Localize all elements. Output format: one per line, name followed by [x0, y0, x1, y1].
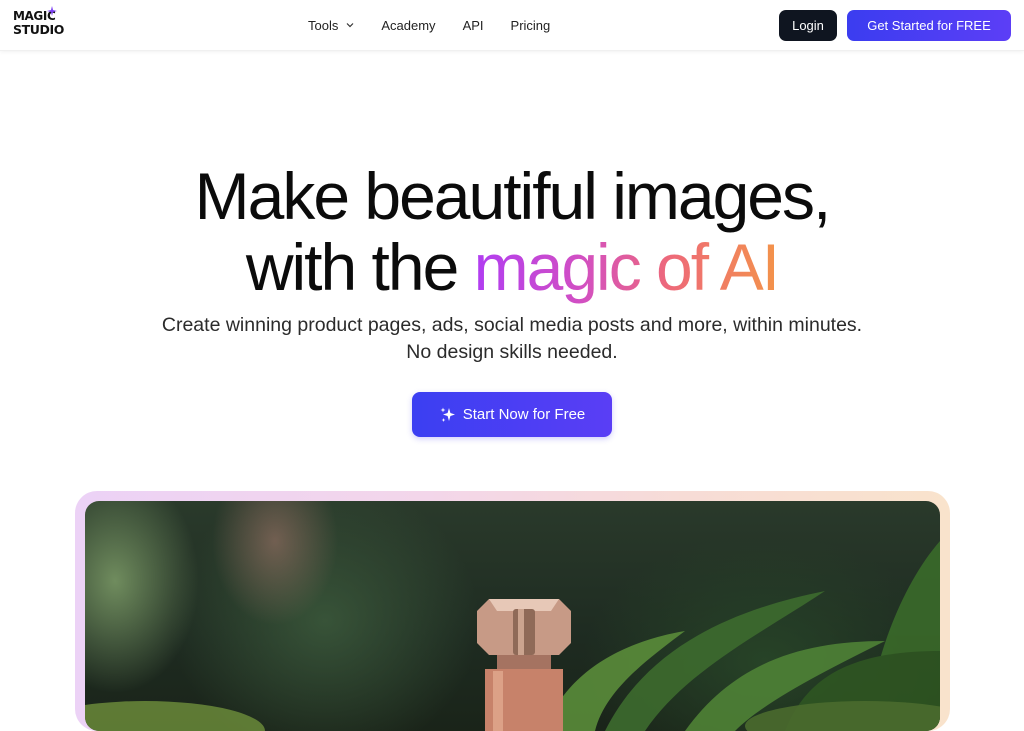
hero-title-line-2: with the magic of AI	[0, 231, 1024, 303]
hero-subtitle: Create winning product pages, ads, socia…	[0, 312, 1024, 366]
sparkle-icon	[47, 6, 57, 16]
get-started-button[interactable]: Get Started for FREE	[847, 10, 1011, 41]
start-now-label: Start Now for Free	[462, 406, 586, 423]
nav-api[interactable]: API	[463, 17, 484, 33]
chevron-down-icon	[346, 23, 354, 28]
logo-line-2: STUDIO	[13, 22, 64, 37]
hero-subtitle-line-2: No design skills needed.	[406, 341, 618, 363]
nav-pricing[interactable]: Pricing	[511, 17, 551, 33]
nav-links: Tools Academy API Pricing	[308, 17, 550, 33]
nav-academy[interactable]: Academy	[381, 17, 435, 33]
hero-title-plain: with the	[245, 230, 474, 304]
hero-title-line-1: Make beautiful images,	[194, 159, 832, 233]
top-navbar: MAGIC STUDIO Tools Academy API Pricing L…	[0, 0, 1024, 51]
nav-tools-label: Tools	[308, 17, 339, 33]
hero-title-gradient: magic of AI	[473, 230, 780, 304]
showcase-image	[85, 501, 940, 731]
nav-tools[interactable]: Tools	[308, 17, 354, 33]
start-now-button[interactable]: Start Now for Free	[412, 392, 612, 437]
perfume-scene-illustration	[85, 541, 940, 731]
sparkles-icon	[440, 407, 455, 422]
login-button[interactable]: Login	[779, 10, 837, 41]
magic-studio-logo[interactable]: MAGIC STUDIO	[13, 6, 67, 42]
hero-subtitle-line-1: Create winning product pages, ads, socia…	[161, 314, 863, 336]
